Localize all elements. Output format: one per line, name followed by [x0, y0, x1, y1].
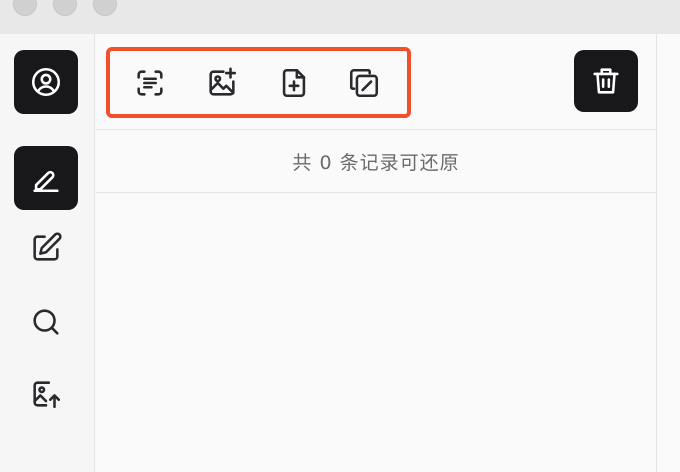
file-add-icon	[282, 68, 306, 98]
tool-group-highlighted	[106, 47, 411, 118]
trash-icon	[593, 68, 619, 94]
minimize-window-button[interactable]	[53, 0, 77, 16]
image-upload-icon	[33, 381, 61, 409]
sidebar-item-signature[interactable]	[14, 146, 78, 210]
user-circle-icon	[31, 67, 61, 97]
right-panel-edge	[656, 34, 680, 472]
zoom-window-button[interactable]	[93, 0, 117, 16]
close-window-button[interactable]	[13, 0, 37, 16]
sidebar-item-edit[interactable]	[14, 216, 78, 280]
delete-button[interactable]	[574, 50, 638, 112]
toolbar	[96, 34, 656, 130]
sidebar	[0, 34, 95, 472]
sidebar-item-image-upload[interactable]	[14, 362, 78, 426]
copy-edit-button[interactable]	[344, 63, 384, 103]
records-list	[96, 194, 656, 472]
scan-text-icon	[137, 70, 163, 96]
pen-signature-icon	[33, 170, 59, 193]
edit-icon	[33, 232, 62, 261]
sidebar-item-search[interactable]	[14, 290, 78, 354]
image-add-icon	[209, 67, 237, 96]
scan-text-button[interactable]	[130, 63, 170, 103]
sidebar-item-account[interactable]	[14, 50, 78, 114]
restore-count-text: 共 0 条记录可还原	[96, 130, 656, 193]
copy-edit-icon	[349, 68, 379, 98]
search-icon	[33, 309, 59, 335]
main-panel: 共 0 条记录可还原	[96, 34, 656, 472]
add-file-button[interactable]	[274, 63, 314, 103]
window-titlebar	[0, 0, 680, 34]
add-image-button[interactable]	[202, 63, 242, 103]
